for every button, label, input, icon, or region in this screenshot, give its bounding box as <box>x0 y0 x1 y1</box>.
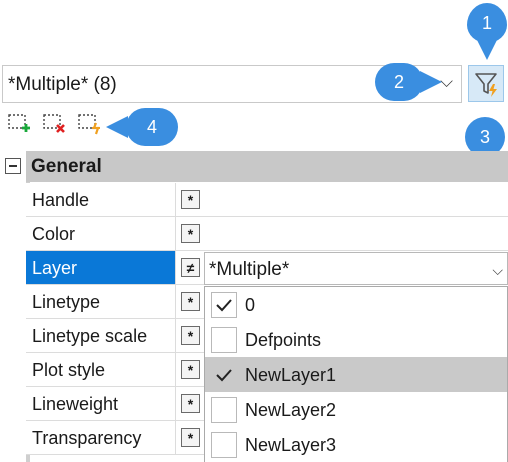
selection-value: *Multiple* (8) <box>8 74 117 95</box>
callout-1: 1 <box>467 3 507 43</box>
varies-icon[interactable]: * <box>181 394 200 413</box>
layer-list[interactable]: 0 Defpoints NewLayer1 NewLayer2 NewLayer… <box>204 286 508 462</box>
quick-select-icon <box>78 114 100 135</box>
remove-from-selection-icon <box>43 114 65 133</box>
varies-icon[interactable]: * <box>181 428 200 447</box>
checkmark-icon <box>216 299 232 312</box>
varies-icon[interactable]: * <box>181 292 200 311</box>
filter-icon <box>475 73 497 97</box>
layer-checkbox[interactable] <box>211 432 237 458</box>
layer-checkbox[interactable] <box>211 397 237 423</box>
layer-item-0[interactable]: 0 <box>205 287 507 322</box>
layer-checkbox[interactable] <box>211 292 237 318</box>
layer-item-newlayer3[interactable]: NewLayer3 <box>205 427 507 462</box>
property-name: Layer <box>32 258 78 278</box>
varies-icon[interactable]: * <box>181 326 200 345</box>
layer-name: 0 <box>245 295 256 315</box>
layer-name: NewLayer1 <box>245 365 337 385</box>
chevron-down-icon[interactable]: ⌵ <box>440 72 453 92</box>
layer-name: Defpoints <box>245 330 322 350</box>
remove-from-selection-button[interactable] <box>42 112 66 136</box>
quick-select-button[interactable] <box>77 112 101 136</box>
property-name: Transparency <box>32 428 142 448</box>
property-name: Color <box>32 224 76 244</box>
varies-icon[interactable]: * <box>181 224 200 243</box>
property-name: Lineweight <box>32 394 119 414</box>
add-to-selection-button[interactable] <box>7 112 31 136</box>
callout-2-pointer <box>420 71 442 93</box>
not-equal-icon[interactable]: ≠ <box>181 258 200 277</box>
callout-4: 4 <box>126 108 178 146</box>
property-name: Plot style <box>32 360 106 380</box>
checkmark-icon <box>216 369 232 382</box>
property-row-layer[interactable]: Layer ≠ *Multiple* ⌵ <box>26 251 508 285</box>
chevron-down-icon[interactable]: ⌵ <box>492 262 503 279</box>
collapse-toggle[interactable] <box>5 158 21 174</box>
layer-value: *Multiple* <box>209 259 290 280</box>
callout-2: 2 <box>375 63 423 101</box>
layer-name: NewLayer2 <box>245 400 337 420</box>
varies-icon[interactable]: * <box>181 360 200 379</box>
filter-button[interactable] <box>468 65 504 102</box>
callout-4-pointer <box>106 116 128 138</box>
property-row-handle[interactable]: Handle * <box>26 183 508 217</box>
add-to-selection-icon <box>8 114 30 132</box>
property-row-color[interactable]: Color * <box>26 217 508 251</box>
layer-dropdown[interactable]: *Multiple* ⌵ <box>204 252 508 285</box>
category-label: General <box>31 156 102 177</box>
layer-checkbox[interactable] <box>211 362 237 388</box>
layer-item-newlayer2[interactable]: NewLayer2 <box>205 392 507 427</box>
layer-name: NewLayer3 <box>245 435 337 455</box>
layer-item-newlayer1[interactable]: NewLayer1 <box>205 357 507 392</box>
property-name: Handle <box>32 190 90 210</box>
layer-item-defpoints[interactable]: Defpoints <box>205 322 507 357</box>
layer-checkbox[interactable] <box>211 327 237 353</box>
callout-1-pointer <box>476 38 498 60</box>
property-name: Linetype <box>32 292 101 312</box>
property-name: Linetype scale <box>32 326 148 346</box>
varies-icon[interactable]: * <box>181 190 200 209</box>
category-general[interactable]: General <box>26 151 508 182</box>
